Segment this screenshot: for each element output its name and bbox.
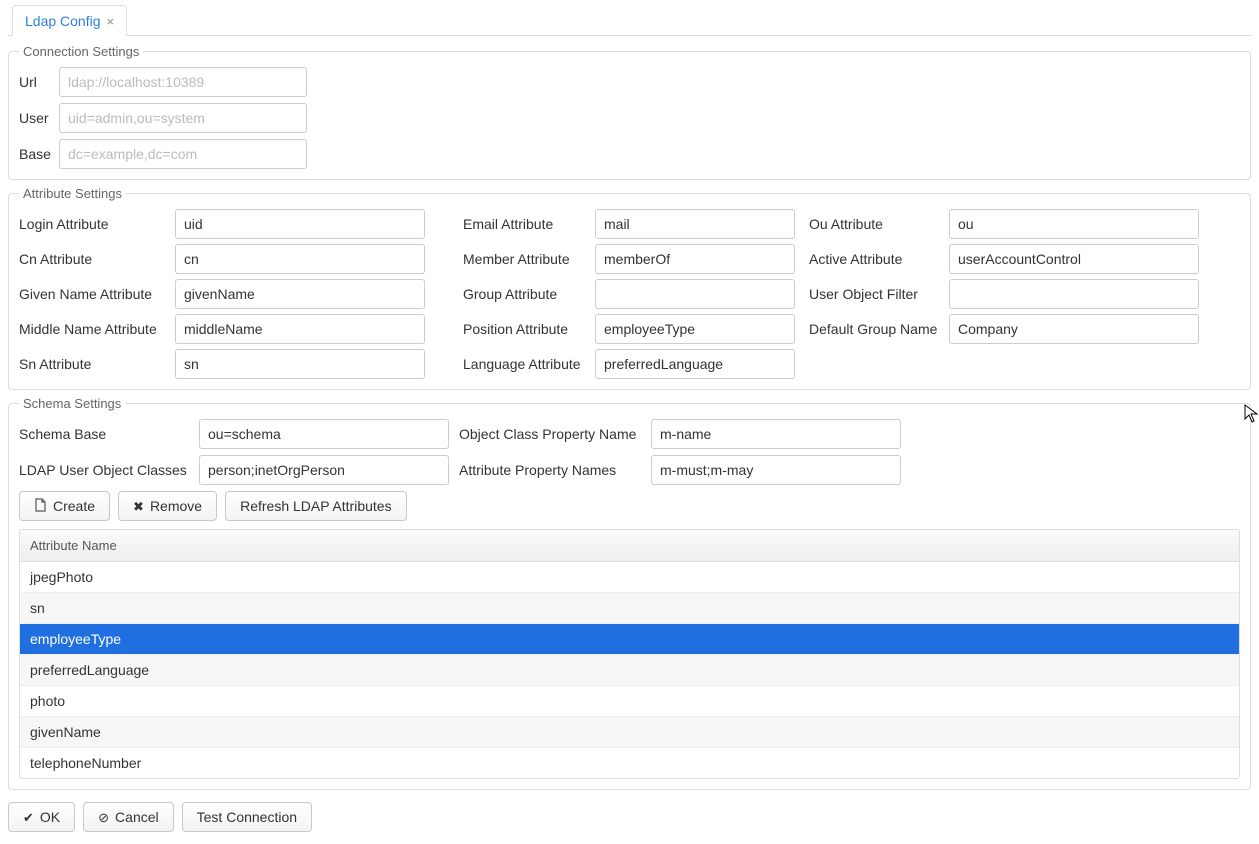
base-input[interactable] — [59, 139, 307, 169]
sn-attribute-input[interactable] — [175, 349, 425, 379]
group-attribute-label: Group Attribute — [463, 286, 595, 302]
schema-base-input[interactable] — [199, 419, 449, 449]
ok-button-label: OK — [40, 809, 60, 825]
member-attribute-label: Member Attribute — [463, 251, 595, 267]
schema-base-label: Schema Base — [19, 426, 189, 442]
attribute-table-body[interactable]: jpegPhotosnemployeeTypepreferredLanguage… — [20, 562, 1239, 778]
table-row[interactable]: givenName — [20, 717, 1239, 748]
given-name-attribute-input[interactable] — [175, 279, 425, 309]
active-attribute-label: Active Attribute — [809, 251, 949, 267]
test-connection-button-label: Test Connection — [197, 809, 297, 825]
refresh-button-label: Refresh LDAP Attributes — [240, 498, 391, 514]
ldap-user-object-classes-input[interactable] — [199, 455, 449, 485]
table-row[interactable]: jpegPhoto — [20, 562, 1239, 593]
connection-settings-legend: Connection Settings — [19, 44, 143, 59]
attribute-property-names-label: Attribute Property Names — [459, 462, 641, 478]
create-button-label: Create — [53, 498, 95, 514]
attribute-settings-fieldset: Attribute Settings Login Attribute Email… — [8, 186, 1251, 390]
tab-ldap-config[interactable]: Ldap Config × — [12, 5, 127, 36]
group-attribute-input[interactable] — [595, 279, 795, 309]
attribute-settings-legend: Attribute Settings — [19, 186, 126, 201]
test-connection-button[interactable]: Test Connection — [182, 802, 312, 832]
language-attribute-label: Language Attribute — [463, 356, 595, 372]
user-label: User — [19, 110, 59, 126]
default-group-name-input[interactable] — [949, 314, 1199, 344]
cancel-icon: ⊘ — [98, 811, 109, 824]
attribute-property-names-input[interactable] — [651, 455, 901, 485]
middle-name-attribute-label: Middle Name Attribute — [19, 321, 175, 337]
user-object-filter-input[interactable] — [949, 279, 1199, 309]
active-attribute-input[interactable] — [949, 244, 1199, 274]
user-object-filter-label: User Object Filter — [809, 286, 949, 302]
url-label: Url — [19, 74, 59, 90]
attribute-table: Attribute Name jpegPhotosnemployeeTypepr… — [19, 529, 1240, 779]
email-attribute-label: Email Attribute — [463, 216, 595, 232]
create-button[interactable]: Create — [19, 491, 110, 521]
sn-attribute-label: Sn Attribute — [19, 356, 175, 372]
table-row[interactable]: sn — [20, 593, 1239, 624]
schema-settings-legend: Schema Settings — [19, 396, 125, 411]
attribute-name-column-header: Attribute Name — [30, 538, 117, 553]
remove-button[interactable]: ✖ Remove — [118, 491, 217, 521]
refresh-ldap-attributes-button[interactable]: Refresh LDAP Attributes — [225, 491, 406, 521]
check-icon: ✔ — [23, 811, 34, 824]
x-icon: ✖ — [133, 500, 144, 513]
url-input[interactable] — [59, 67, 307, 97]
object-class-property-name-input[interactable] — [651, 419, 901, 449]
tab-bar: Ldap Config × — [8, 4, 1251, 36]
given-name-attribute-label: Given Name Attribute — [19, 286, 175, 302]
user-input[interactable] — [59, 103, 307, 133]
close-icon[interactable]: × — [107, 15, 115, 28]
login-attribute-label: Login Attribute — [19, 216, 175, 232]
connection-settings-fieldset: Connection Settings Url User Base — [8, 44, 1251, 180]
attribute-table-header[interactable]: Attribute Name — [20, 530, 1239, 562]
member-attribute-input[interactable] — [595, 244, 795, 274]
table-row[interactable]: preferredLanguage — [20, 655, 1239, 686]
base-label: Base — [19, 146, 59, 162]
ok-button[interactable]: ✔ OK — [8, 802, 75, 832]
cn-attribute-input[interactable] — [175, 244, 425, 274]
ou-attribute-input[interactable] — [949, 209, 1199, 239]
object-class-property-name-label: Object Class Property Name — [459, 426, 641, 442]
table-row[interactable]: employeeType — [20, 624, 1239, 655]
schema-settings-fieldset: Schema Settings Schema Base Object Class… — [8, 396, 1251, 790]
file-icon — [34, 498, 47, 514]
language-attribute-input[interactable] — [595, 349, 795, 379]
table-row[interactable]: photo — [20, 686, 1239, 717]
tab-label: Ldap Config — [25, 13, 101, 29]
ou-attribute-label: Ou Attribute — [809, 216, 949, 232]
cn-attribute-label: Cn Attribute — [19, 251, 175, 267]
ldap-user-object-classes-label: LDAP User Object Classes — [19, 462, 189, 478]
cancel-button[interactable]: ⊘ Cancel — [83, 802, 174, 832]
middle-name-attribute-input[interactable] — [175, 314, 425, 344]
default-group-name-label: Default Group Name — [809, 321, 949, 337]
email-attribute-input[interactable] — [595, 209, 795, 239]
login-attribute-input[interactable] — [175, 209, 425, 239]
cancel-button-label: Cancel — [115, 809, 159, 825]
table-row[interactable]: telephoneNumber — [20, 748, 1239, 778]
remove-button-label: Remove — [150, 498, 202, 514]
position-attribute-label: Position Attribute — [463, 321, 595, 337]
position-attribute-input[interactable] — [595, 314, 795, 344]
